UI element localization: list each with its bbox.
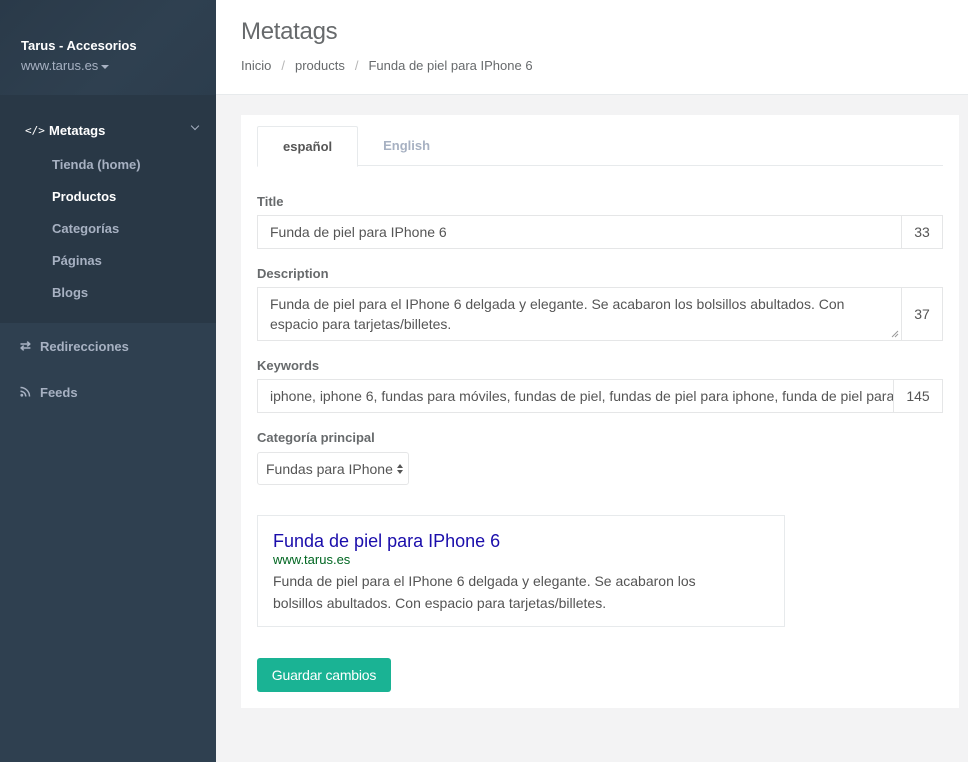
title-char-count: 33: [901, 215, 943, 249]
store-domain-dropdown[interactable]: www.tarus.es: [21, 58, 110, 73]
keywords-label: Keywords: [257, 358, 320, 373]
chevron-down-icon[interactable]: [190, 121, 200, 131]
breadcrumb-separator: /: [354, 58, 359, 73]
breadcrumb-current: Funda de piel para IPhone 6: [368, 58, 533, 73]
sidebar-item-label: Feeds: [40, 384, 78, 400]
sidebar-submenu: Tienda (home) Productos Categorías Págin…: [4, 149, 216, 309]
tab-english[interactable]: English: [358, 126, 455, 166]
description-label: Description: [257, 266, 329, 281]
preview-url: www.tarus.es: [273, 552, 351, 567]
store-domain: www.tarus.es: [21, 58, 99, 73]
sidebar-subitem-productos[interactable]: Productos: [4, 181, 216, 213]
sidebar-item-redirecciones[interactable]: ⇄ Redirecciones: [0, 323, 216, 369]
rss-icon: [20, 385, 40, 400]
sidebar-profile: Tarus - Accesorios www.tarus.es: [0, 0, 216, 95]
sidebar-item-feeds[interactable]: Feeds: [0, 369, 216, 415]
sidebar-item-label: Metatags: [49, 122, 106, 138]
title-label: Title: [257, 194, 284, 209]
keywords-input-group: iphone, iphone 6, fundas para móviles, f…: [257, 379, 943, 413]
breadcrumb-separator: /: [281, 58, 285, 73]
preview-description: Funda de piel para el IPhone 6 delgada y…: [273, 573, 696, 611]
sidebar-item-label: Redirecciones: [40, 338, 129, 354]
sidebar: Tarus - Accesorios www.tarus.es </> Meta…: [0, 0, 216, 762]
keywords-char-count: 145: [893, 379, 943, 413]
title-input-group: Funda de piel para IPhone 6 33: [257, 215, 943, 249]
category-select-value: Fundas para IPhone: [266, 460, 393, 477]
page-title: Metatags: [241, 18, 338, 45]
description-text: Funda de piel para el IPhone 6 delgada y…: [270, 296, 845, 332]
preview-title: Funda de piel para IPhone 6: [273, 531, 501, 551]
tab-espanol[interactable]: español: [257, 126, 359, 167]
title-input[interactable]: Funda de piel para IPhone 6: [257, 215, 901, 249]
sidebar-section-metatags: </> Metatags Tienda (home) Productos Cat…: [0, 95, 216, 323]
select-arrows-icon: [397, 464, 403, 474]
sidebar-item-metatags[interactable]: </> Metatags: [4, 115, 216, 145]
code-icon: </>: [25, 123, 45, 137]
save-button[interactable]: Guardar cambios: [257, 658, 391, 692]
resize-handle-icon[interactable]: [891, 330, 899, 338]
description-input-group: Funda de piel para el IPhone 6 delgada y…: [257, 287, 943, 341]
metatags-form-card: español English Title Funda de piel para…: [241, 115, 959, 708]
description-textarea[interactable]: Funda de piel para el IPhone 6 delgada y…: [257, 287, 901, 341]
category-label: Categoría principal: [257, 430, 375, 445]
search-result-preview: Funda de piel para IPhone 6 www.tarus.es…: [257, 515, 785, 627]
store-name: Tarus - Accesorios: [21, 38, 137, 53]
sidebar-subitem-blogs[interactable]: Blogs: [4, 277, 216, 309]
page-header: Metatags Inicio / products / Funda de pi…: [216, 0, 968, 95]
caret-down-icon: [101, 64, 110, 69]
category-select[interactable]: Fundas para IPhone: [257, 452, 409, 485]
exchange-icon: ⇄: [20, 338, 31, 353]
breadcrumb-products[interactable]: products: [295, 58, 345, 73]
sidebar-subitem-paginas[interactable]: Páginas: [4, 245, 216, 277]
language-tabs: español English: [257, 126, 943, 167]
sidebar-subitem-tienda[interactable]: Tienda (home): [4, 149, 216, 181]
description-char-count: 37: [901, 287, 943, 341]
sidebar-subitem-categorias[interactable]: Categorías: [4, 213, 216, 245]
breadcrumb: Inicio / products / Funda de piel para I…: [241, 58, 968, 73]
keywords-input[interactable]: iphone, iphone 6, fundas para móviles, f…: [257, 379, 893, 413]
breadcrumb-inicio[interactable]: Inicio: [241, 58, 271, 73]
